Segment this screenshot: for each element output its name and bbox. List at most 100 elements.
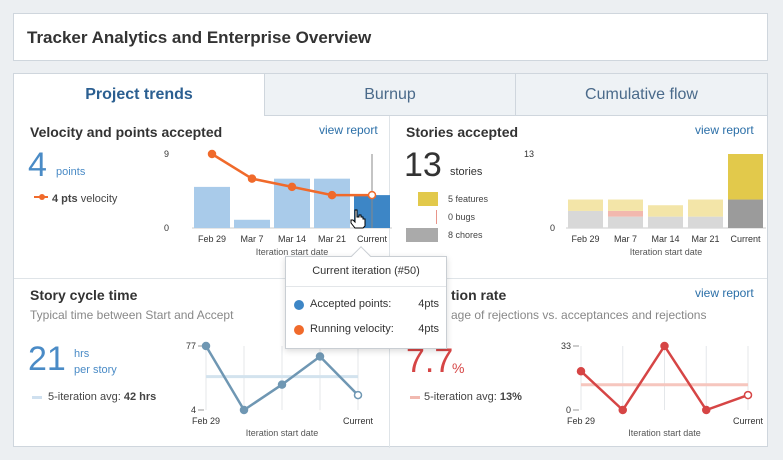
- stories-bar-chores: [688, 216, 723, 228]
- cycle-ytick-max: 77: [186, 341, 196, 351]
- velocity-xtick: Current: [357, 234, 388, 244]
- rejection-chart: 33 0Feb 29 Current Iteration start date: [561, 341, 764, 438]
- tab-project-trends[interactable]: Project trends: [14, 74, 264, 116]
- stories-ytick-min: 0: [550, 223, 555, 233]
- cycle-avg: 5-iteration avg: 42 hrs: [48, 391, 156, 403]
- cycle-ytick-min: 4: [191, 405, 196, 415]
- rejection-avg-swatch: [410, 396, 420, 399]
- tooltip-velocity-value: 4pts: [418, 323, 439, 335]
- rejection-xtick-last: Current: [733, 416, 764, 426]
- chore-swatch: [406, 228, 438, 242]
- rejection-ytick-min: 0: [566, 405, 571, 415]
- velocity-dot-icon: [294, 325, 304, 335]
- tooltip-row-accepted: Accepted points: 4pts: [294, 297, 439, 313]
- rejection-point: [743, 390, 753, 400]
- stories-bar-chores: [568, 210, 603, 228]
- rejection-avg: 5-iteration avg: 13%: [424, 391, 522, 403]
- velocity-ytick-max: 9: [164, 149, 169, 159]
- stories-value: 13: [404, 146, 442, 184]
- cycle-xtick-first: Feb 29: [192, 416, 220, 426]
- feature-swatch: [418, 192, 438, 206]
- cycle-avg-label: 5-iteration avg:: [48, 391, 121, 403]
- cycle-point: [315, 352, 325, 361]
- tooltip-accepted-value: 4pts: [418, 298, 439, 310]
- velocity-point: [207, 149, 217, 159]
- stories-unit: stories: [450, 166, 483, 178]
- tab-burnup[interactable]: Burnup: [264, 74, 515, 116]
- stories-legend-chores: 8 chores: [448, 230, 483, 240]
- velocity-xtick: Mar 14: [278, 234, 306, 244]
- hand-cursor-icon: [350, 209, 366, 229]
- velocity-bar: [314, 178, 350, 228]
- velocity-unit: points: [56, 166, 86, 178]
- velocity-value: 4: [28, 146, 47, 184]
- rejection-point: [702, 405, 711, 415]
- velocity-legend: 4 pts velocity: [52, 193, 117, 205]
- cycle-xtick-last: Current: [343, 416, 374, 426]
- stories-xtick: Mar 14: [651, 234, 679, 244]
- velocity-point: [367, 190, 377, 200]
- stories-ytick-max: 13: [524, 149, 534, 159]
- tooltip-accepted-label: Accepted points:: [310, 298, 392, 310]
- rejection-ytick-max: 33: [561, 341, 571, 351]
- stories-bar-features: [648, 205, 683, 217]
- cycle-point: [277, 380, 287, 389]
- velocity-point: [247, 174, 257, 183]
- cycle-avg-value: 42 hrs: [123, 391, 157, 403]
- tooltip-title: Current iteration (#50): [312, 265, 420, 277]
- rejection-point: [660, 341, 669, 351]
- velocity-point: [287, 182, 297, 192]
- rejection-subtitle: age of rejections vs. acceptances and re…: [451, 308, 707, 322]
- bug-swatch: [436, 210, 437, 224]
- cycle-unit-hrs: hrs: [74, 348, 90, 360]
- tooltip-divider: [286, 286, 446, 287]
- rejection-point: [576, 366, 586, 376]
- cycle-unit-per-story: per story: [74, 364, 117, 376]
- stories-xtick: Mar 21: [691, 234, 719, 244]
- rejection-view-report-link[interactable]: view report: [695, 286, 754, 300]
- page-header: Tracker Analytics and Enterprise Overvie…: [13, 13, 768, 61]
- current-iteration-tooltip: Current iteration (#50) Accepted points:…: [285, 246, 447, 349]
- velocity-title: Velocity and points accepted: [30, 124, 223, 140]
- cycle-chart: 77 4Feb 29 Current Iteration start date: [186, 341, 374, 438]
- cycle-title: Story cycle time: [30, 287, 138, 303]
- stories-view-report-link[interactable]: view report: [695, 123, 754, 137]
- rejection-avg-value: 13%: [499, 391, 522, 403]
- stories-legend-features: 5 features: [448, 194, 489, 204]
- velocity-legend-label: velocity: [80, 193, 118, 205]
- rejection-point: [618, 405, 627, 415]
- stories-bar-features: [568, 199, 603, 211]
- rejection-xlabel: Iteration start date: [628, 428, 701, 438]
- stories-legend-bugs: 0 bugs: [448, 212, 476, 222]
- stories-xtick: Current: [730, 234, 761, 244]
- velocity-ytick-min: 0: [164, 223, 169, 233]
- tab-bar: Project trends Burnup Cumulative flow: [14, 74, 767, 116]
- stories-title: Stories accepted: [406, 124, 519, 140]
- cycle-avg-swatch: [32, 396, 42, 399]
- tooltip-velocity-label: Running velocity:: [310, 323, 394, 335]
- stories-xlabel: Iteration start date: [630, 247, 703, 257]
- velocity-bar: [234, 219, 270, 228]
- accepted-dot-icon: [294, 300, 304, 310]
- rejection-unit: %: [452, 360, 465, 376]
- stories-bar-bugs: [608, 210, 643, 217]
- stories-bar-features: [608, 199, 643, 211]
- stories-bar-features: [688, 199, 723, 217]
- cycle-point: [353, 390, 363, 400]
- velocity-legend-value: 4 pts: [52, 193, 78, 205]
- velocity-view-report-link[interactable]: view report: [319, 123, 378, 137]
- stories-chart: 13 0 Feb 29 Mar 7 Mar 14 Mar 21 Current Iterati…: [524, 149, 766, 257]
- rejection-avg-label: 5-iteration avg:: [424, 391, 497, 403]
- cycle-point: [239, 405, 249, 415]
- velocity-bar: [194, 186, 230, 228]
- cycle-point: [201, 341, 211, 351]
- cycle-subtitle: Typical time between Start and Accept: [30, 308, 234, 322]
- tooltip-row-velocity: Running velocity: 4pts: [294, 322, 439, 338]
- stories-bar-chores: [648, 216, 683, 228]
- stories-bar-chores: [728, 199, 763, 228]
- stories-bar-chores: [608, 216, 643, 228]
- velocity-xtick: Feb 29: [198, 234, 226, 244]
- tab-cumulative-flow[interactable]: Cumulative flow: [515, 74, 767, 116]
- velocity-xtick: Mar 7: [240, 234, 263, 244]
- velocity-point: [327, 190, 337, 200]
